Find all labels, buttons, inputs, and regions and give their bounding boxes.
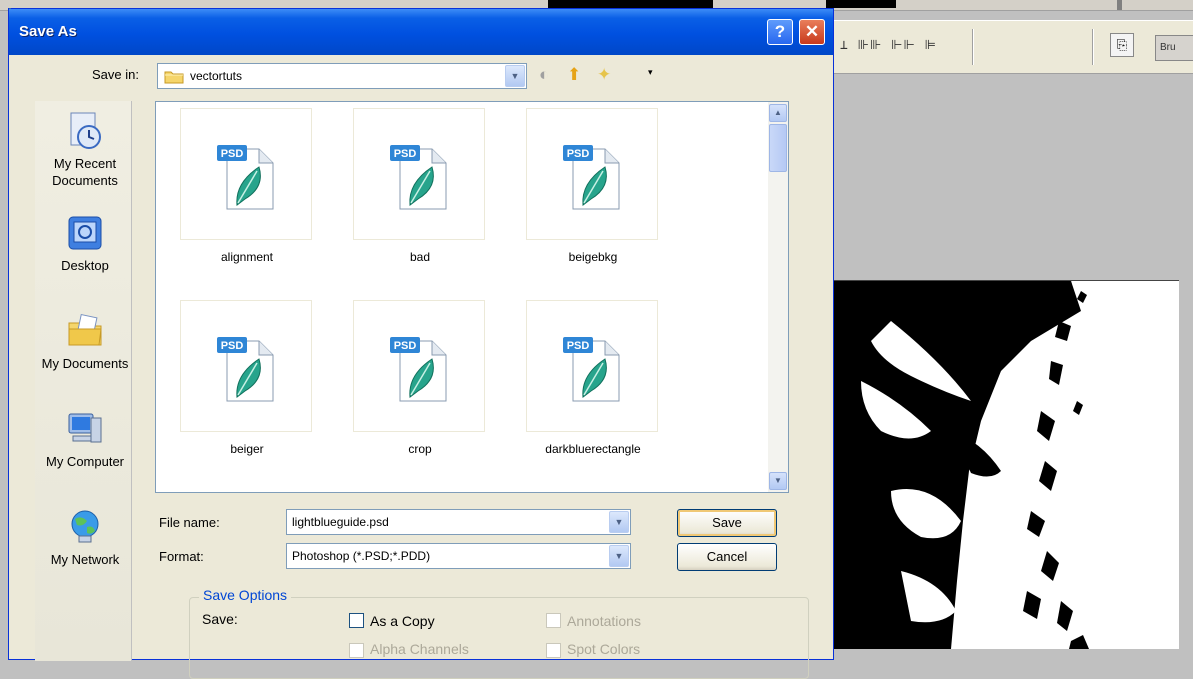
file-item-alignment[interactable]: PSD alignment [180, 108, 314, 264]
file-thumbnail: PSD [180, 108, 312, 240]
file-name: beigebkg [568, 250, 618, 264]
threshold-face-image [831, 281, 1089, 649]
save-as-dialog: Save As ? ✕ Save in: vectortuts ▼ ◐ ⬆ ✦ … [8, 8, 834, 679]
file-item-bad[interactable]: PSD bad [353, 108, 487, 264]
file-thumbnail: PSD [353, 300, 485, 432]
file-name-input[interactable]: lightblueguide.psd ▼ [286, 509, 631, 535]
spot-colors-checkbox[interactable] [546, 643, 561, 658]
chevron-down-icon[interactable]: ▾ [648, 67, 653, 78]
my-documents-icon [65, 311, 105, 351]
dialog-titlebar[interactable]: Save As ? ✕ [9, 9, 833, 55]
file-name: alignment [220, 250, 274, 264]
annotations-label: Annotations [567, 613, 641, 629]
close-button[interactable]: ✕ [799, 19, 825, 45]
save-options-group [189, 597, 809, 679]
format-dropdown[interactable]: Photoshop (*.PSD;*.PDD) ▼ [286, 543, 631, 569]
chevron-down-icon[interactable]: ▼ [609, 545, 629, 567]
brushes-tab[interactable]: Bru [1155, 35, 1193, 61]
file-list-scrollbar[interactable]: ▲ ▼ [768, 102, 788, 492]
psd-file-icon: PSD [563, 145, 620, 210]
place-my-network[interactable]: My Network [35, 507, 135, 568]
psd-badge: PSD [221, 148, 244, 160]
folder-icon [164, 69, 184, 87]
annotations-checkbox[interactable] [546, 613, 561, 628]
file-item-darkbluerectangle[interactable]: PSD darkbluerectangle [526, 300, 660, 456]
chevron-down-icon[interactable]: ▼ [609, 511, 629, 533]
file-thumbnail: PSD [353, 108, 485, 240]
places-bar-inner: My Recent Documents Desktop My Documents [35, 101, 132, 661]
file-name-label: File name: [159, 515, 220, 530]
file-item-crop[interactable]: PSD crop [353, 300, 487, 456]
help-button[interactable]: ? [767, 19, 793, 45]
psd-badge: PSD [394, 340, 417, 352]
file-name: beiger [230, 442, 264, 456]
save-in-label: Save in: [92, 67, 139, 82]
place-label: My Network [50, 552, 120, 567]
alpha-channels-label: Alpha Channels [370, 641, 469, 657]
psd-file-icon: PSD [217, 337, 274, 402]
place-label: My Recent [53, 156, 117, 171]
place-label: Desktop [61, 258, 109, 273]
new-folder-icon[interactable]: ✦ [597, 65, 611, 85]
chevron-down-icon[interactable]: ▼ [505, 65, 525, 87]
as-a-copy-checkbox[interactable] [349, 613, 364, 628]
file-thumbnail: PSD [180, 300, 312, 432]
options-divider [1092, 29, 1094, 65]
file-list[interactable]: PSD alignment PSD bad PSD beigebkg PSD b… [155, 101, 789, 493]
menu-strip-dark-block [826, 0, 896, 8]
file-item-beiger[interactable]: PSD beiger [180, 300, 314, 456]
options-divider [972, 29, 974, 65]
place-label: My Computer [45, 454, 125, 469]
psd-file-icon: PSD [390, 145, 447, 210]
document-canvas[interactable] [830, 280, 1179, 649]
save-label: Save: [202, 611, 238, 627]
recent-documents-icon [65, 111, 105, 151]
psd-badge: PSD [394, 148, 417, 160]
save-in-value: vectortuts [190, 69, 243, 83]
options-bar: ⊥ ⊪⊪ ⊩⊩ ⊫ ⎘ Bru [830, 20, 1193, 74]
desktop-icon [65, 213, 105, 253]
save-button[interactable]: Save [677, 509, 777, 537]
alpha-channels-checkbox[interactable] [349, 643, 364, 658]
file-name: bad [409, 250, 431, 264]
up-one-level-icon[interactable]: ⬆ [567, 65, 581, 85]
file-thumbnail: PSD [526, 300, 658, 432]
place-desktop[interactable]: Desktop [35, 213, 135, 274]
format-value: Photoshop (*.PSD;*.PDD) [292, 549, 431, 563]
psd-badge: PSD [567, 148, 590, 160]
save-options-legend: Save Options [199, 587, 292, 603]
scrollbar-thumb[interactable] [769, 124, 787, 172]
save-in-dropdown[interactable]: vectortuts ▼ [157, 63, 527, 89]
place-my-recent-documents[interactable]: My Recent Documents [35, 111, 135, 189]
my-computer-icon [65, 409, 105, 449]
my-network-icon [65, 507, 105, 547]
psd-badge: PSD [567, 340, 590, 352]
file-name: crop [408, 442, 432, 456]
place-my-computer[interactable]: My Computer [35, 409, 135, 470]
file-item-beigebkg[interactable]: PSD beigebkg [526, 108, 660, 264]
place-label: Documents [52, 173, 118, 188]
dialog-title: Save As [19, 23, 77, 40]
places-bar: My Recent Documents Desktop My Documents [35, 101, 132, 661]
place-my-documents[interactable]: My Documents [35, 311, 135, 372]
file-name: darkbluerectangle [545, 442, 641, 456]
palette-well-icon[interactable]: ⎘ [1110, 33, 1134, 57]
psd-file-icon: PSD [217, 145, 274, 210]
spot-colors-label: Spot Colors [567, 641, 641, 657]
back-icon[interactable]: ◐ [539, 65, 549, 85]
align-distribute-buttons[interactable]: ⊥ ⊪⊪ ⊩⊩ ⊫ [840, 38, 937, 53]
cancel-button[interactable]: Cancel [677, 543, 777, 571]
scroll-down-button[interactable]: ▼ [769, 472, 787, 490]
place-label: My Documents [41, 356, 129, 371]
menu-strip-dark-block [548, 0, 713, 8]
psd-file-icon: PSD [563, 337, 620, 402]
psd-badge: PSD [221, 340, 244, 352]
scroll-up-button[interactable]: ▲ [769, 104, 787, 122]
file-thumbnail: PSD [526, 108, 658, 240]
as-a-copy-label: As a Copy [370, 613, 435, 629]
file-name-value: lightblueguide.psd [292, 515, 389, 529]
format-label: Format: [159, 549, 204, 564]
psd-file-icon: PSD [390, 337, 447, 402]
menu-strip-separator [1117, 0, 1122, 10]
